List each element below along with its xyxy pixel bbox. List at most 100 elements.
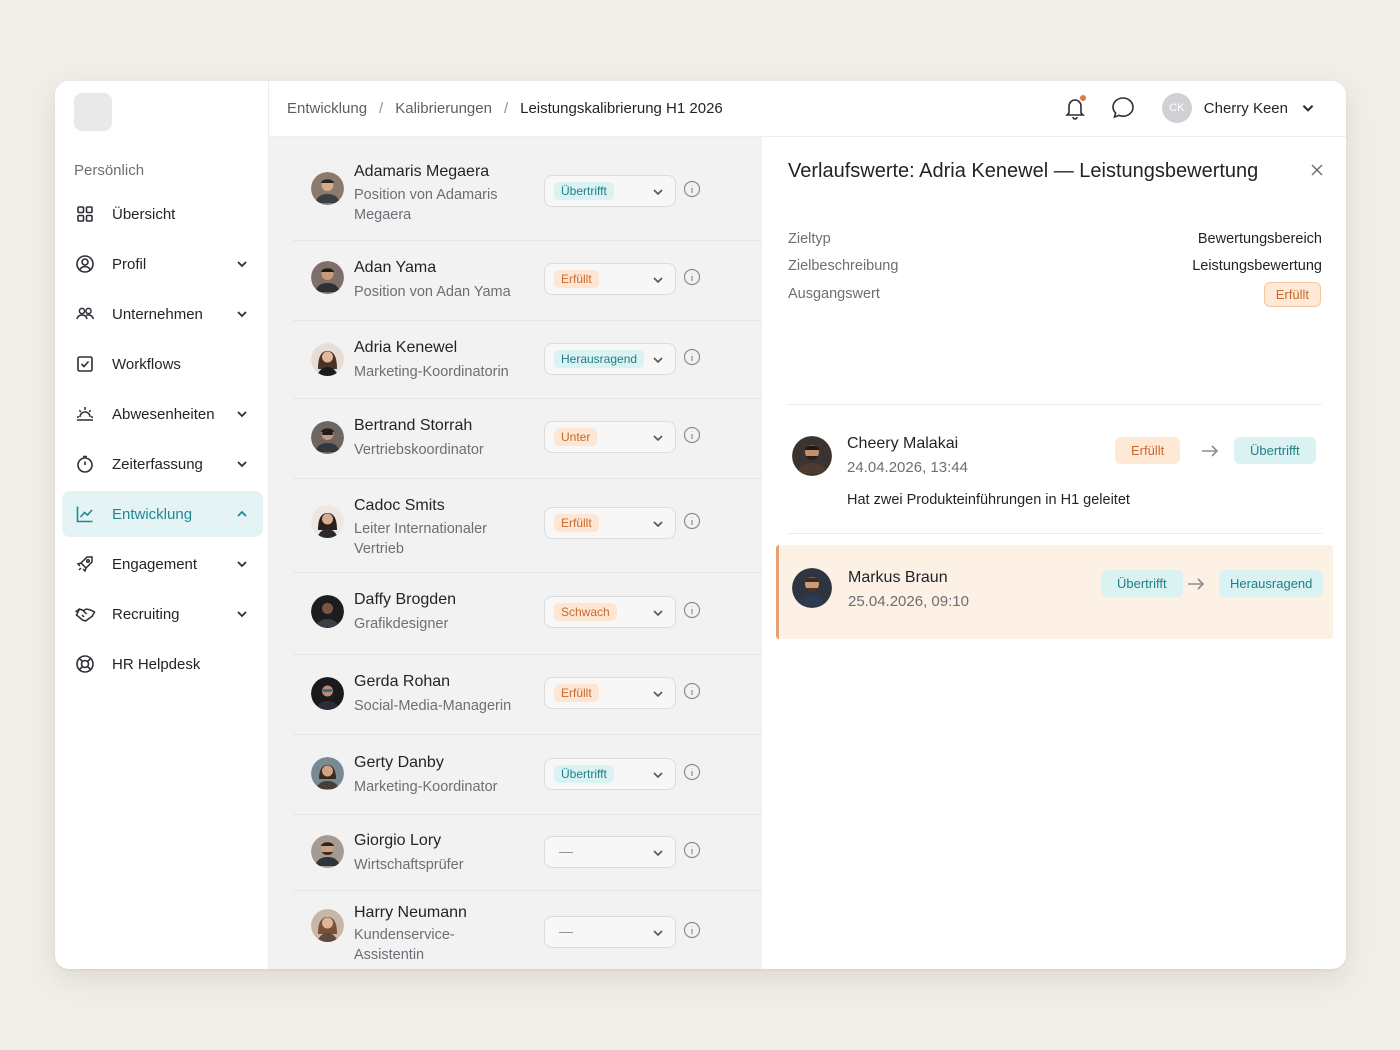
close-icon[interactable] <box>1308 161 1326 179</box>
employee-name: Gerda Rohan <box>354 673 451 690</box>
status-badge: Erfüllt <box>1263 282 1321 307</box>
sidebar-item-abwesenheiten[interactable]: Abwesenheiten <box>62 391 263 437</box>
info-icon[interactable] <box>683 512 701 530</box>
rating-select[interactable]: Herausragend <box>544 343 676 375</box>
info-icon[interactable] <box>683 682 701 700</box>
sidebar-item-entwicklung[interactable]: Entwicklung <box>62 491 263 537</box>
rating-chip: Übertrifft <box>554 182 614 200</box>
rating-select[interactable]: Erfüllt <box>544 263 676 295</box>
list-item[interactable]: Cadoc Smits Leiter Internationaler Vertr… <box>293 479 762 573</box>
rating-select[interactable]: — <box>544 836 676 868</box>
breadcrumb-item[interactable]: Entwicklung <box>287 100 367 117</box>
sidebar-item-workflows[interactable]: Workflows <box>62 341 263 387</box>
chevron-down-icon <box>237 411 247 418</box>
breadcrumb-item[interactable]: Kalibrierungen <box>395 100 492 117</box>
employee-position: Social-Media-Managerin <box>354 698 512 714</box>
list-item[interactable]: Adria Kenewel Marketing-Koordinatorin He… <box>293 321 762 399</box>
list-item[interactable]: Adan Yama Position von Adan Yama Erfüllt <box>293 241 762 321</box>
avatar <box>311 677 344 710</box>
list-item[interactable]: Harry Neumann Kundenservice-Assistentin … <box>293 891 762 969</box>
app-logo[interactable] <box>74 93 112 131</box>
chevron-down-icon <box>653 772 663 779</box>
employee-position: Vertriebskoordinator <box>354 442 484 458</box>
meta-key: Ausgangswert <box>788 286 880 302</box>
employee-position: Grafikdesigner <box>354 616 449 632</box>
breadcrumb-separator: / <box>503 100 509 117</box>
info-icon[interactable] <box>683 348 701 366</box>
user-menu[interactable]: CK Cherry Keen <box>1161 93 1316 123</box>
rating-select[interactable]: Schwach <box>544 596 676 628</box>
rating-chip: Unter <box>554 428 598 446</box>
history-author: Cheery Malakai <box>847 435 959 452</box>
avatar <box>311 421 344 454</box>
history-date: 24.04.2026, 13:44 <box>847 459 968 476</box>
rating-empty: — <box>559 843 573 859</box>
arrow-right-icon <box>1202 445 1219 457</box>
info-icon[interactable] <box>683 601 701 619</box>
topbar: Entwicklung / Kalibrierungen / Leistungs… <box>269 81 1346 137</box>
sidebar-item-zeiterfassung[interactable]: Zeiterfassung <box>62 441 263 487</box>
meta-key: Zielbeschreibung <box>788 258 899 274</box>
trend-icon <box>74 503 96 525</box>
notifications-button[interactable] <box>1060 93 1090 123</box>
employee-name: Giorgio Lory <box>354 832 442 849</box>
sidebar-item-engagement[interactable]: Engagement <box>62 541 263 587</box>
sidebar-item-label: Workflows <box>112 355 181 373</box>
rating-select[interactable]: Erfüllt <box>544 507 676 539</box>
employee-name: Cadoc Smits <box>354 497 445 514</box>
info-icon[interactable] <box>683 426 701 444</box>
sidebar-item-unternehmen[interactable]: Unternehmen <box>62 291 263 337</box>
sidebar-item-hr-helpdesk[interactable]: HR Helpdesk <box>62 641 263 687</box>
to-value-badge: Übertrifft <box>1234 437 1316 464</box>
avatar <box>311 505 344 538</box>
from-value-badge: Übertrifft <box>1101 570 1183 597</box>
info-icon[interactable] <box>683 841 701 859</box>
list-item[interactable]: Gerty Danby Marketing-Koordinator Übertr… <box>293 735 762 815</box>
rating-select[interactable]: — <box>544 916 676 948</box>
employee-position: Wirtschaftsprüfer <box>354 857 464 873</box>
list-item[interactable]: Bertrand Storrah Vertriebskoordinator Un… <box>293 399 762 479</box>
employee-name: Bertrand Storrah <box>354 417 473 434</box>
messages-button[interactable] <box>1108 93 1138 123</box>
employee-position: Position von Adamaris Megaera <box>354 187 498 223</box>
from-value-badge: Erfüllt <box>1115 437 1181 464</box>
info-icon[interactable] <box>683 180 701 198</box>
sidebar-item-label: Abwesenheiten <box>112 405 215 423</box>
to-value-badge: Herausragend <box>1219 570 1324 597</box>
arrow-right-icon <box>1188 578 1205 590</box>
rating-select[interactable]: Erfüllt <box>544 677 676 709</box>
avatar <box>311 595 344 628</box>
history-date: 25.04.2026, 09:10 <box>848 593 969 610</box>
handshake-icon <box>74 603 96 625</box>
meta-value: Leistungsbewertung <box>1192 258 1322 274</box>
rating-select[interactable]: Übertrifft <box>544 758 676 790</box>
info-icon[interactable] <box>683 921 701 939</box>
rating-chip: Herausragend <box>554 350 645 368</box>
meta-value: Bewertungsbereich <box>1197 231 1322 247</box>
avatar: CK <box>1161 93 1192 123</box>
sidebar-item-profil[interactable]: Profil <box>62 241 263 287</box>
info-icon[interactable] <box>683 763 701 781</box>
info-icon[interactable] <box>683 268 701 286</box>
sidebar-item-label: Profil <box>112 255 147 273</box>
sidebar-item-label: Übersicht <box>112 205 176 223</box>
rating-select[interactable]: Unter <box>544 421 676 453</box>
checkbox-icon <box>74 353 96 375</box>
rating-chip: Übertrifft <box>554 765 614 783</box>
user-circle-icon <box>74 253 96 275</box>
employee-name: Gerty Danby <box>354 754 444 771</box>
grid-icon <box>74 203 96 225</box>
user-name: Cherry Keen <box>1203 99 1288 117</box>
list-item[interactable]: Daffy Brogden Grafikdesigner Schwach <box>293 573 762 655</box>
chevron-down-icon <box>653 930 663 937</box>
rating-chip: Erfüllt <box>554 514 599 532</box>
sidebar-item-recruiting[interactable]: Recruiting <box>62 591 263 637</box>
list-item[interactable]: Giorgio Lory Wirtschaftsprüfer — <box>293 815 762 891</box>
sidebar-item-uebersicht[interactable]: Übersicht <box>62 191 263 237</box>
rocket-icon <box>74 553 96 575</box>
list-item[interactable]: Gerda Rohan Social-Media-Managerin Erfül… <box>293 655 762 735</box>
sidebar: Persönlich Übersicht Profil Unternehmen … <box>55 81 269 969</box>
list-item[interactable]: Adamaris Megaera Position von Adamaris M… <box>293 137 762 241</box>
rating-select[interactable]: Übertrifft <box>544 175 676 207</box>
chevron-down-icon <box>653 610 663 617</box>
